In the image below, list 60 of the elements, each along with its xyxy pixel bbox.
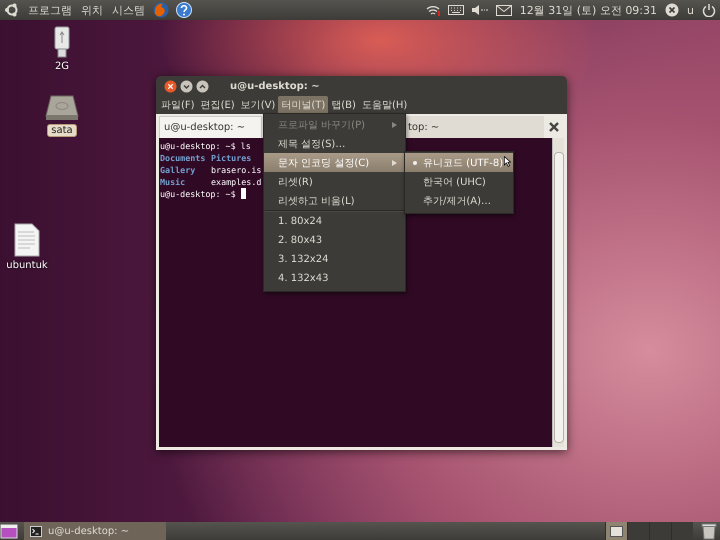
mail-icon[interactable] xyxy=(496,4,512,16)
document-icon[interactable] xyxy=(14,223,40,257)
menu-item[interactable]: 한국어 (UHC) xyxy=(405,172,513,191)
menu-bar-item[interactable]: 파일(F) xyxy=(158,96,198,114)
menu-item[interactable]: 3. 132x24 xyxy=(264,250,405,269)
submenu-arrow-icon xyxy=(392,160,397,166)
directory-name: Pictures xyxy=(211,152,252,164)
trash-icon[interactable] xyxy=(701,522,717,540)
window-title: u@u-desktop: ~ xyxy=(230,80,320,92)
workspace-cell[interactable] xyxy=(605,522,627,540)
directory-name: Gallery xyxy=(160,164,196,176)
panel-menu[interactable]: 위치 xyxy=(80,2,104,18)
directory-name: Documents xyxy=(160,152,206,164)
workspace-cell[interactable] xyxy=(671,522,693,540)
workspace-cell[interactable] xyxy=(627,522,649,540)
clock[interactable]: 12월 31일 (토) 오전 09:31 xyxy=(518,2,658,18)
menu-bar-item[interactable]: 도움말(H) xyxy=(358,96,410,114)
terminal-tab[interactable]: u@u-desktop: ~ xyxy=(159,116,262,138)
hard-disk-icon[interactable] xyxy=(45,95,79,121)
file-name: examples.d xyxy=(211,176,262,188)
help-icon[interactable] xyxy=(176,2,192,18)
radio-dot-icon xyxy=(413,160,417,164)
maximize-icon[interactable] xyxy=(196,80,209,92)
menu-item[interactable]: 1. 80x24 xyxy=(264,212,405,231)
submenu-arrow-icon xyxy=(392,122,397,128)
terminal-tab[interactable]: top: ~ xyxy=(407,116,544,138)
directory-name: Music xyxy=(160,176,186,188)
menu-item[interactable]: 추가/제거(A)… xyxy=(405,191,513,210)
terminal-icon xyxy=(30,526,42,536)
usb-drive-icon[interactable] xyxy=(54,26,70,58)
user-name[interactable]: u xyxy=(686,4,695,16)
power-icon[interactable] xyxy=(702,3,716,17)
volume-icon[interactable] xyxy=(470,4,489,16)
taskbar-button[interactable]: u@u-desktop: ~ xyxy=(24,522,166,540)
panel-menu[interactable]: 프로그램 xyxy=(27,2,73,18)
menu-item[interactable]: 리셋(R) xyxy=(264,172,405,191)
workspace-cell[interactable] xyxy=(649,522,671,540)
menu-bar-item[interactable]: 탭(B) xyxy=(328,96,359,114)
mouse-pointer-icon xyxy=(504,156,511,167)
menu-item[interactable]: 2. 80x43 xyxy=(264,231,405,250)
menu-bar-item[interactable]: 보기(V) xyxy=(238,96,278,114)
show-desktop-icon[interactable] xyxy=(0,522,18,540)
icon-label[interactable]: sata xyxy=(47,124,77,137)
terminal-line: u@u-desktop: ~$ ls xyxy=(160,140,251,152)
icon-label[interactable]: 2G xyxy=(52,61,72,72)
terminal-line: u@u-desktop: ~$ xyxy=(160,188,236,200)
file-name: brasero.is xyxy=(211,164,262,176)
keyboard-icon[interactable] xyxy=(448,4,464,16)
network-icon[interactable] xyxy=(424,3,441,17)
scrollbar[interactable] xyxy=(552,138,564,447)
minimize-icon[interactable] xyxy=(180,80,193,92)
panel-menu[interactable]: 시스템 xyxy=(111,2,146,18)
menu-item[interactable]: 4. 132x43 xyxy=(264,269,405,288)
session-icon[interactable] xyxy=(665,3,680,17)
menu-bar-item[interactable]: 편집(E) xyxy=(198,96,238,114)
close-icon[interactable] xyxy=(164,80,177,92)
menu-item[interactable]: 리셋하고 비움(L) xyxy=(264,191,405,210)
close-tab-icon[interactable] xyxy=(549,122,559,132)
menu-item[interactable]: 제목 설정(S)… xyxy=(264,134,405,153)
icon-label[interactable]: ubuntuk xyxy=(3,260,51,271)
